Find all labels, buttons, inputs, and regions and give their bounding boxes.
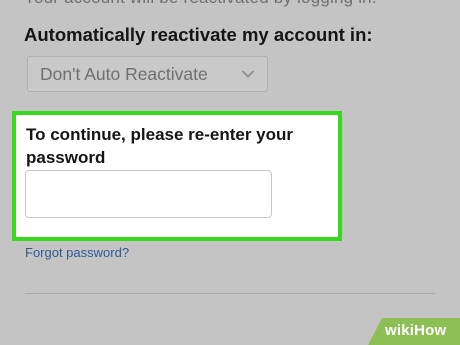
password-input[interactable] xyxy=(25,170,272,218)
wikihow-watermark: wikiHow xyxy=(368,318,460,345)
reactivate-label: Automatically reactivate my account in: xyxy=(24,24,373,45)
reactivate-select[interactable]: Don't Auto Reactivate xyxy=(27,56,268,92)
password-prompt-label: To continue, please re-enter your passwo… xyxy=(26,125,294,167)
cut-off-text: Your account will be reactivated by logg… xyxy=(24,0,377,8)
watermark-text: wikiHow xyxy=(385,322,447,339)
chevron-down-icon xyxy=(242,70,254,78)
reactivate-select-value: Don't Auto Reactivate xyxy=(40,63,208,84)
deactivate-account-page: Your account will be reactivated by logg… xyxy=(0,0,460,345)
password-highlight-box: To continue, please re-enter your passwo… xyxy=(12,111,342,241)
forgot-password-link[interactable]: Forgot password? xyxy=(25,245,129,260)
divider xyxy=(25,293,435,294)
